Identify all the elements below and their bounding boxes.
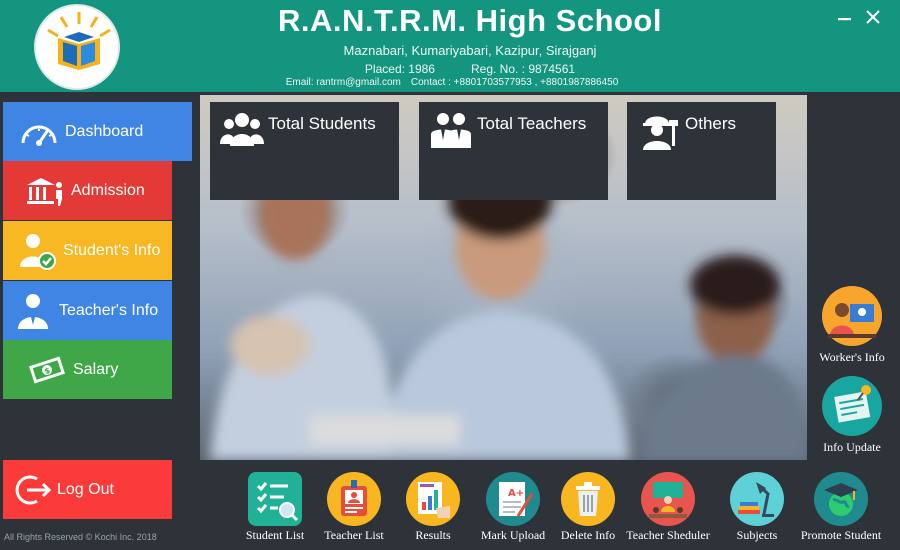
minimize-icon xyxy=(838,18,851,21)
classroom-icon xyxy=(641,472,695,526)
total-students-tile[interactable]: Total Students xyxy=(210,102,399,200)
sidebar-item-dashboard[interactable]: Dashboard xyxy=(3,102,192,161)
phone-text: Contact : +8801703577953 , +880198788645… xyxy=(410,77,619,88)
trash-icon xyxy=(561,472,615,526)
school-title: R.A.N.T.R.M. High School xyxy=(278,3,662,38)
mark-upload-button[interactable]: A+ Mark Upload xyxy=(471,472,555,543)
teachers-group-icon xyxy=(429,110,473,148)
student-check-icon xyxy=(17,233,57,270)
subjects-button[interactable]: Subjects xyxy=(715,472,799,543)
student-list-label: Student List xyxy=(245,528,305,542)
money-icon: $ xyxy=(27,353,67,387)
institution-icon xyxy=(25,174,65,208)
info-update-label: Info Update xyxy=(823,440,881,454)
subjects-label: Subjects xyxy=(736,528,778,542)
tile-label: Total Students xyxy=(268,114,376,133)
close-icon xyxy=(866,10,880,24)
teacher-list-label: Teacher List xyxy=(324,528,384,542)
email-text: Email: rantrm@gmail.com xyxy=(285,77,401,88)
grade-paper-icon: A+ xyxy=(486,472,540,526)
logout-label: Log Out xyxy=(57,480,114,498)
sidebar-item-label: Salary xyxy=(73,360,119,378)
teacher-icon xyxy=(13,293,53,329)
tile-label: Total Teachers xyxy=(477,114,587,133)
school-meta: Placed: 1986 Reg. No. : 9874561 xyxy=(0,62,900,76)
results-label: Results xyxy=(415,528,451,542)
info-update-button[interactable]: Info Update xyxy=(807,376,897,455)
sidebar-item-label: Teacher's Info xyxy=(59,301,159,319)
teacher-sheduler-label: Teacher Sheduler xyxy=(626,528,710,542)
sidebar-item-label: Admission xyxy=(71,181,145,199)
worker-icon xyxy=(637,110,681,150)
others-tile[interactable]: Others xyxy=(627,102,776,200)
students-group-icon xyxy=(220,110,264,148)
school-address: Maznabari, Kumariyabari, Kazipur, Sirajg… xyxy=(343,43,597,58)
id-card-icon xyxy=(327,472,381,526)
promote-student-label: Promote Student xyxy=(800,528,882,542)
minimize-button[interactable] xyxy=(836,8,854,26)
sidebar-item-salary[interactable]: $ Salary xyxy=(3,340,172,399)
speedometer-icon xyxy=(19,115,59,149)
note-pin-icon xyxy=(822,376,882,436)
svg-text:A+: A+ xyxy=(508,488,524,499)
results-button[interactable]: Results xyxy=(391,472,475,543)
sidebar-item-label: Dashboard xyxy=(65,122,144,140)
logout-icon xyxy=(13,473,53,507)
worker-info-label: Worker's Info xyxy=(819,350,885,364)
tile-label: Others xyxy=(685,114,737,133)
sidebar-item-students-info[interactable]: Student's Info xyxy=(3,221,172,280)
delete-info-button[interactable]: Delete Info xyxy=(546,472,630,543)
delete-info-label: Delete Info xyxy=(560,528,616,542)
teacher-sheduler-button[interactable]: Teacher Sheduler xyxy=(626,472,710,543)
sidebar-item-label: Student's Info xyxy=(63,241,161,259)
logout-button[interactable]: Log Out xyxy=(3,460,172,519)
graduation-globe-icon xyxy=(814,472,868,526)
total-teachers-tile[interactable]: Total Teachers xyxy=(419,102,608,200)
desk-lamp-books-icon xyxy=(730,472,784,526)
sidebar-item-teachers-info[interactable]: Teacher's Info xyxy=(3,281,172,340)
student-list-button[interactable]: Student List xyxy=(233,472,317,543)
workers-info-button[interactable]: Worker's Info xyxy=(807,286,897,365)
checklist-search-icon xyxy=(248,472,302,526)
results-chart-icon xyxy=(406,472,460,526)
title-bar: R.A.N.T.R.M. High School Maznabari, Kuma… xyxy=(0,0,900,92)
sidebar-item-admission[interactable]: Admission xyxy=(3,161,172,220)
reg-number: Reg. No. : 9874561 xyxy=(470,62,576,76)
placed-year: Placed: 1986 xyxy=(364,62,435,76)
teacher-list-button[interactable]: Teacher List xyxy=(312,472,396,543)
school-contact: Email: rantrm@gmail.com Contact : +880170… xyxy=(0,77,900,88)
close-button[interactable] xyxy=(864,8,882,26)
worker-meeting-icon xyxy=(822,286,882,346)
promote-student-button[interactable]: Promote Student xyxy=(799,472,883,543)
copyright-text: All Rights Reserved © Kochi Inc. 2018 xyxy=(4,532,157,542)
mark-upload-label: Mark Upload xyxy=(480,528,546,542)
